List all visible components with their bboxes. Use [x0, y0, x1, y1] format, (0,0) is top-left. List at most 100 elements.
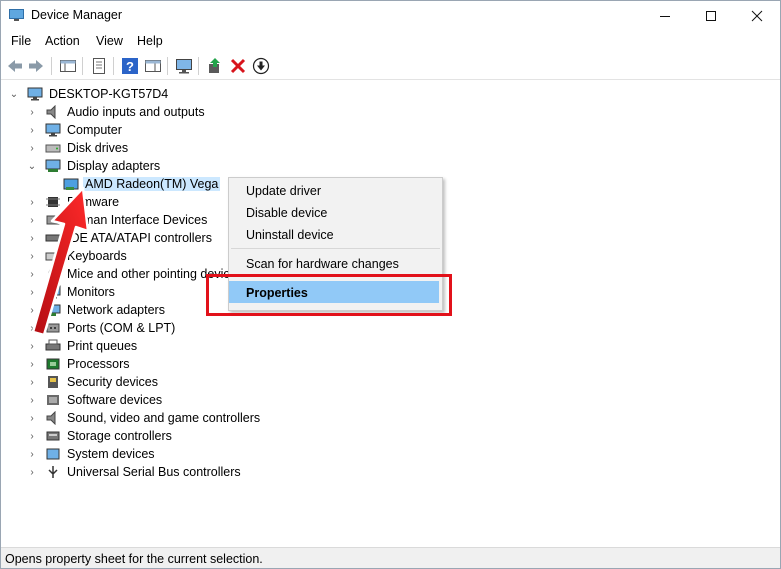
tree-item-label: Display adapters [67, 159, 161, 173]
chevron-right-icon[interactable]: › [27, 251, 37, 262]
chevron-down-icon[interactable]: ⌄ [9, 89, 19, 100]
tree-item-2[interactable]: › Disk drives [27, 139, 130, 157]
ide-icon [45, 234, 61, 242]
chevron-right-icon[interactable]: › [27, 287, 37, 298]
chevron-right-icon[interactable]: › [27, 431, 37, 442]
chevron-right-icon[interactable]: › [27, 359, 37, 370]
chevron-right-icon[interactable]: › [27, 341, 37, 352]
gpu-icon [63, 178, 79, 190]
menu-bar: File Action View Help [1, 31, 780, 53]
disable-down-icon[interactable] [252, 57, 270, 75]
tree-item-label: Software devices [67, 393, 163, 407]
tree-item-1[interactable]: › Computer [27, 121, 124, 139]
menu-item-uninstall-device[interactable]: Uninstall device [246, 228, 334, 242]
security-icon [48, 376, 58, 388]
chevron-right-icon[interactable]: › [27, 449, 37, 460]
menu-file[interactable]: File [11, 34, 31, 48]
minimize-button[interactable] [642, 1, 688, 31]
chevron-right-icon[interactable]: › [27, 323, 37, 334]
usb-icon [48, 466, 58, 478]
uninstall-x-icon[interactable] [229, 57, 247, 75]
monitor-icon [45, 285, 61, 299]
tree-item-label: Firmware [67, 195, 120, 209]
network-icon [45, 304, 61, 316]
storage-icon [46, 431, 60, 441]
tree-item-10[interactable]: › Monitors [27, 283, 117, 301]
help-icon[interactable]: ? [121, 57, 139, 75]
menu-view[interactable]: View [96, 34, 123, 48]
tree-item-label: IDE ATA/ATAPI controllers [67, 231, 212, 245]
tree-item-17[interactable]: › Sound, video and game controllers [27, 409, 262, 427]
port-icon [46, 323, 60, 333]
menu-item-disable-device[interactable]: Disable device [246, 206, 327, 220]
tree-item-8[interactable]: › Keyboards [27, 247, 129, 265]
system-icon [46, 448, 60, 460]
tree-item-label: Keyboards [67, 249, 127, 263]
window-title: Device Manager [31, 8, 123, 22]
tree-item-label: Human Interface Devices [67, 213, 208, 227]
properties-sheet-icon[interactable] [90, 57, 108, 75]
update-driver-icon[interactable] [206, 57, 224, 75]
maximize-button[interactable] [688, 1, 734, 31]
action-pane-icon[interactable] [144, 57, 162, 75]
chevron-right-icon[interactable]: › [27, 197, 37, 208]
tree-item-label: Universal Serial Bus controllers [67, 465, 241, 479]
forward-icon[interactable] [27, 57, 45, 75]
tree-root[interactable]: ⌄ DESKTOP-KGT57D4 [9, 85, 170, 103]
title-bar: Device Manager [1, 1, 780, 31]
mouse-icon [48, 267, 58, 281]
menu-item-update-driver[interactable]: Update driver [246, 184, 321, 198]
back-icon[interactable] [6, 57, 24, 75]
close-icon [751, 10, 763, 22]
console-tree-icon[interactable] [59, 57, 77, 75]
chevron-right-icon[interactable]: › [27, 269, 37, 280]
tree-item-20[interactable]: › Universal Serial Bus controllers [27, 463, 243, 481]
tree-item-19[interactable]: › System devices [27, 445, 157, 463]
chevron-right-icon[interactable]: › [27, 413, 37, 424]
chevron-right-icon[interactable]: › [27, 233, 37, 244]
menu-action[interactable]: Action [45, 34, 80, 48]
device-manager-app-icon [9, 9, 24, 21]
tree-item-label: Ports (COM & LPT) [67, 321, 176, 335]
menu-separator [231, 248, 440, 249]
tree-item-7[interactable]: › IDE ATA/ATAPI controllers [27, 229, 214, 247]
chevron-right-icon[interactable]: › [27, 125, 37, 136]
status-bar: Opens property sheet for the current sel… [1, 547, 780, 568]
chevron-right-icon[interactable]: › [27, 395, 37, 406]
device-manager-window: Device Manager File Action View Help ? ⌄… [0, 0, 781, 569]
tree-item-12[interactable]: › Ports (COM & LPT) [27, 319, 177, 337]
tree-item-13[interactable]: › Print queues [27, 337, 139, 355]
tree-item-label: Storage controllers [67, 429, 172, 443]
close-button[interactable] [734, 1, 780, 31]
chevron-right-icon[interactable]: › [27, 215, 37, 226]
tree-item-5[interactable]: › Firmware [27, 193, 121, 211]
chevron-right-icon[interactable]: › [27, 143, 37, 154]
cpu-icon [46, 358, 60, 370]
menu-item-scan-hardware[interactable]: Scan for hardware changes [246, 257, 399, 271]
tree-item-6[interactable]: › Human Interface Devices [27, 211, 209, 229]
tree-item-18[interactable]: › Storage controllers [27, 427, 174, 445]
tree-item-16[interactable]: › Software devices [27, 391, 164, 409]
tree-item-14[interactable]: › Processors [27, 355, 132, 373]
chevron-right-icon[interactable]: › [27, 467, 37, 478]
chevron-right-icon[interactable]: › [27, 377, 37, 388]
scan-monitor-icon[interactable] [175, 57, 193, 75]
annotation-highlight-box [206, 274, 452, 316]
tree-item-15[interactable]: › Security devices [27, 373, 160, 391]
chevron-right-icon[interactable]: › [27, 305, 37, 316]
tree-item-11[interactable]: › Network adapters [27, 301, 167, 319]
tree-item-4[interactable]: AMD Radeon(TM) Vega [63, 175, 221, 193]
toolbar-separator [82, 57, 83, 75]
monitor-icon [45, 123, 61, 137]
menu-help[interactable]: Help [137, 34, 163, 48]
tree-item-label: Security devices [67, 375, 159, 389]
tree-item-0[interactable]: › Audio inputs and outputs [27, 103, 207, 121]
tree-item-label: AMD Radeon(TM) Vega [83, 177, 221, 191]
maximize-icon [706, 11, 716, 21]
speaker-icon [46, 105, 56, 119]
tree-item-3[interactable]: ⌄ Display adapters [27, 157, 162, 175]
monitor-icon [27, 87, 43, 101]
toolbar-separator [198, 57, 199, 75]
chevron-right-icon[interactable]: › [27, 107, 37, 118]
chevron-down-icon[interactable]: ⌄ [27, 161, 37, 172]
